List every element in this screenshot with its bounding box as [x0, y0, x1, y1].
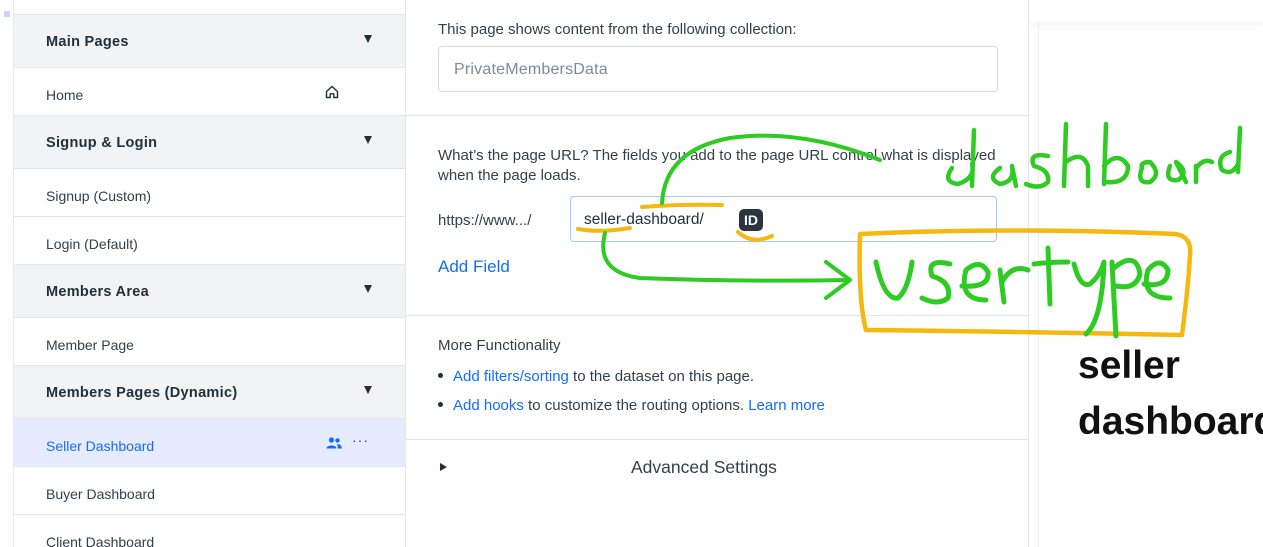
- bullet-text: to the dataset on this page.: [568, 368, 755, 385]
- bullet-dot: [438, 372, 443, 378]
- preview-heading-line2: dashboard: [1078, 400, 1263, 443]
- section-members-area[interactable]: Members Area: [14, 265, 405, 318]
- bullet-dot: [438, 401, 443, 407]
- page-item-label: Signup (Custom): [46, 188, 152, 204]
- page-item-label: Client Dashboard: [46, 534, 155, 547]
- page-item-login[interactable]: Login (Default): [14, 217, 405, 265]
- caret-down-icon[interactable]: [364, 35, 372, 43]
- collection-field[interactable]: PrivateMembersData: [438, 46, 998, 92]
- page-preview: seller dashboard: [1030, 0, 1263, 547]
- page-settings-panel: This page shows content from the followi…: [405, 0, 1029, 547]
- more-icon[interactable]: ···: [352, 432, 369, 448]
- caret-down-icon[interactable]: [364, 285, 372, 293]
- sidebar-marker: [4, 11, 10, 17]
- bullet-hooks: Add hooks to customize the routing optio…: [438, 397, 825, 414]
- preview-heading-line1: seller: [1078, 344, 1180, 387]
- page-item-label: Login (Default): [46, 236, 138, 252]
- collection-value: PrivateMembersData: [454, 61, 608, 78]
- caret-down-icon[interactable]: [364, 386, 372, 394]
- caret-down-icon[interactable]: [364, 136, 372, 144]
- more-functionality-title: More Functionality: [438, 337, 561, 354]
- sidebar-edge: [0, 0, 14, 547]
- add-hooks-link[interactable]: Add hooks: [453, 397, 524, 414]
- page-tree: Main Pages Home Signup & Login Signup (C…: [14, 14, 405, 547]
- advanced-settings-toggle[interactable]: Advanced Settings: [631, 457, 777, 478]
- url-id-chip[interactable]: ID: [739, 209, 763, 231]
- page-item-label: Buyer Dashboard: [46, 486, 155, 502]
- section-title: Members Area: [46, 284, 149, 300]
- section-title: Signup & Login: [46, 135, 158, 151]
- section-title: Main Pages: [46, 34, 129, 50]
- section-members-dynamic[interactable]: Members Pages (Dynamic): [14, 366, 405, 419]
- page-item-signup[interactable]: Signup (Custom): [14, 169, 405, 217]
- section-main-pages[interactable]: Main Pages: [14, 15, 405, 68]
- bullet-text: to customize the routing options.: [523, 397, 745, 414]
- page-item-home[interactable]: Home: [14, 68, 405, 116]
- preview-heading: seller dashboard: [1078, 338, 1263, 450]
- page-item-client-dashboard[interactable]: Client Dashboard: [14, 515, 405, 547]
- caret-right-icon[interactable]: [440, 463, 447, 471]
- bullet-filters: Add filters/sorting to the dataset on th…: [438, 368, 754, 385]
- url-caption: What’s the page URL? The fields you add …: [438, 147, 996, 184]
- url-slug-input[interactable]: seller-dashboard/ ID: [570, 196, 997, 242]
- url-slug-text: seller-dashboard/: [584, 211, 704, 228]
- home-icon: [325, 85, 339, 99]
- page-item-label: Member Page: [46, 337, 134, 353]
- pages-sidebar: Main Pages Home Signup & Login Signup (C…: [0, 0, 405, 547]
- preview-toolbar: [1030, 0, 1263, 22]
- section-title: Members Pages (Dynamic): [46, 385, 238, 401]
- learn-more-link[interactable]: Learn more: [748, 397, 825, 414]
- page-item-seller-dashboard[interactable]: Seller Dashboard ···: [14, 419, 405, 467]
- url-prefix: https://www.../: [438, 212, 532, 229]
- page-item-member-page[interactable]: Member Page: [14, 318, 405, 366]
- add-filters-link[interactable]: Add filters/sorting: [453, 368, 569, 385]
- page-item-label: Seller Dashboard: [46, 438, 155, 454]
- page-item-buyer-dashboard[interactable]: Buyer Dashboard: [14, 467, 405, 515]
- add-field-link[interactable]: Add Field: [438, 257, 510, 277]
- section-signup-login[interactable]: Signup & Login: [14, 116, 405, 169]
- page-item-label: Home: [46, 87, 84, 103]
- preview-canvas: [1038, 22, 1263, 547]
- members-icon[interactable]: [326, 437, 342, 449]
- collection-caption: This page shows content from the followi…: [438, 21, 797, 38]
